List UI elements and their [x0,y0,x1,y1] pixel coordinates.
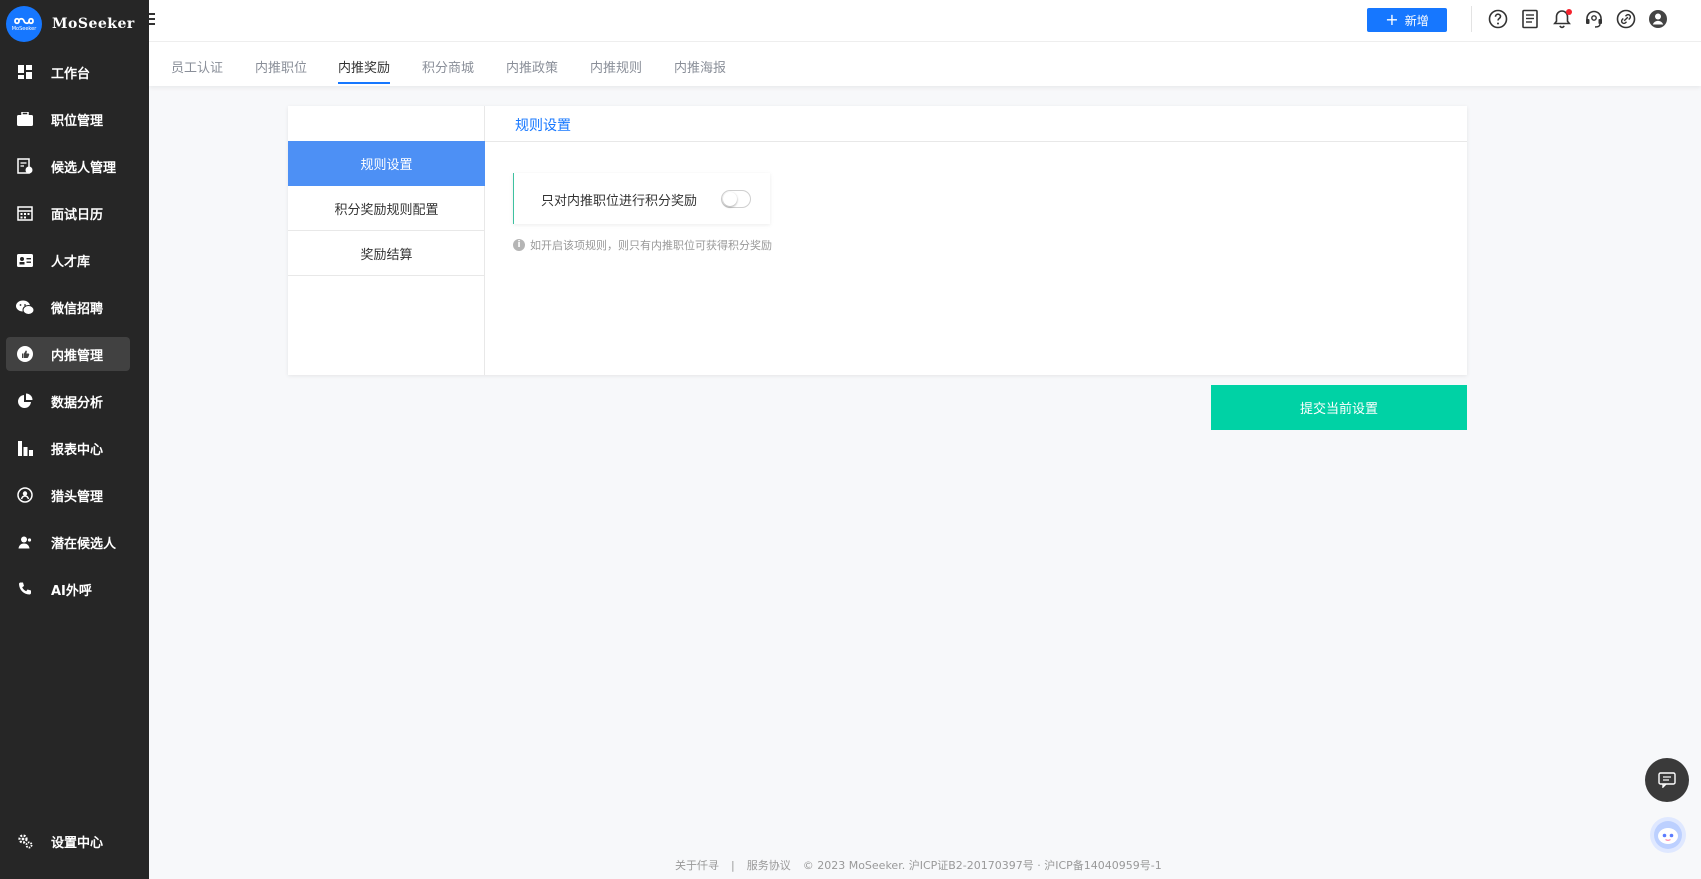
top-header: + 新增 [149,0,1701,42]
user-avatar-icon[interactable] [1647,8,1669,30]
add-new-button[interactable]: + 新增 [1367,8,1447,32]
sidebar-item-workbench[interactable]: 工作台 [6,55,130,89]
footer-about-link[interactable]: 关于仟寻 [675,857,719,873]
sidebar-item-wechat-recruiting[interactable]: 微信招聘 [6,290,130,324]
rule-toggle-switch[interactable] [721,190,751,208]
header-divider [1471,6,1472,32]
brand-name: MoSeeker [52,16,135,32]
sidebar-item-label: 工作台 [51,66,91,82]
switch-knob [723,192,737,206]
sidebar-item-label: 数据分析 [51,395,104,411]
tab-bar: 员工认证 内推职位 内推奖励 积分商城 内推政策 内推规则 内推海报 [149,42,1701,86]
tab-referral-jobs[interactable]: 内推职位 [255,57,307,76]
moseeker-logo-icon: MoSeeker [6,6,42,42]
id-card-icon [16,251,34,269]
footer: 关于仟寻 | 服务协议 © 2023 MoSeeker. 沪ICP证B2-201… [675,857,1162,873]
sidebar-item-label: 潜在候选人 [51,536,117,552]
active-tab-indicator [338,82,390,84]
headset-icon[interactable] [1583,8,1605,30]
phone-icon [16,580,34,598]
content-header: 规则设置 [485,106,1467,142]
content-title: 规则设置 [515,118,571,134]
footer-copyright: © 2023 MoSeeker. 沪ICP证B2-20170397号 · 沪IC… [802,859,1162,872]
person-icon [16,533,34,551]
sidebar-item-label: 人才库 [51,254,91,270]
sidebar-item-label: 面试日历 [51,207,104,223]
help-icon[interactable] [1487,8,1509,30]
sidebar-item-label: 猎头管理 [51,489,104,505]
sidebar-item-label: 微信招聘 [51,301,104,317]
tab-referral-rewards[interactable]: 内推奖励 [338,57,390,76]
sidebar-item-label: 候选人管理 [51,160,117,176]
sidebar-item-ai-call[interactable]: AI外呼 [6,572,130,606]
rule-label: 只对内推职位进行积分奖励 [541,194,698,209]
submit-settings-button[interactable]: 提交当前设置 [1211,385,1467,430]
bell-icon[interactable] [1551,8,1573,30]
add-new-label: 新增 [1404,13,1429,28]
menu-item-points-reward-config[interactable]: 积分奖励规则配置 [288,186,485,231]
sidebar-item-label: 内推管理 [51,348,104,364]
sidebar-item-label: AI外呼 [51,583,92,599]
sidebar-item-jobs[interactable]: 职位管理 [6,102,130,136]
logo-small-text: MoSeeker [11,26,37,32]
sidebar-item-label: 报表中心 [51,442,104,458]
tab-points-mall[interactable]: 积分商城 [422,57,474,76]
footer-terms-link[interactable]: 服务协议 [747,857,791,873]
document-icon[interactable] [1519,8,1541,30]
hint-text: 如开启该项规则，则只有内推职位可获得积分奖励 [530,239,772,252]
pie-chart-icon [16,392,34,410]
chat-button[interactable] [1645,758,1689,802]
sidebar-item-talent-pool[interactable]: 人才库 [6,243,130,277]
link-icon[interactable] [1615,8,1637,30]
tab-employee-verification[interactable]: 员工认证 [171,57,223,76]
info-icon: i [513,239,525,251]
tab-referral-poster[interactable]: 内推海报 [674,57,726,76]
footer-separator: | [731,858,735,872]
robot-assistant-button[interactable] [1650,817,1686,853]
sidebar-item-interview-calendar[interactable]: 面试日历 [6,196,130,230]
tab-referral-rules[interactable]: 内推规则 [590,57,642,76]
sidebar: MoSeeker MoSeeker 工作台 职位管理 候选人管理 面试日历 人才… [0,0,149,879]
menu-item-rule-settings[interactable]: 规则设置 [288,141,485,186]
collapse-menu-icon[interactable] [149,12,155,30]
menu-item-reward-settlement[interactable]: 奖励结算 [288,231,485,276]
sidebar-item-settings[interactable]: 设置中心 [6,824,130,858]
sidebar-item-label: 职位管理 [51,113,104,129]
sidebar-nav: 工作台 职位管理 候选人管理 面试日历 人才库 微信招聘 内推管理 数据分析 报… [6,55,130,619]
sidebar-item-label: 设置中心 [51,835,104,851]
brand[interactable]: MoSeeker MoSeeker [6,6,135,42]
plus-icon: + [1385,10,1399,29]
gear-icon [16,832,34,850]
dashboard-icon [16,63,34,81]
sidebar-item-potential-candidates[interactable]: 潜在候选人 [6,525,130,559]
briefcase-icon [16,110,34,128]
sidebar-item-candidates[interactable]: 候选人管理 [6,149,130,183]
chat-bubble-icon [1658,772,1676,788]
calendar-icon [16,204,34,222]
rule-hint: i 如开启该项规则，则只有内推职位可获得积分奖励 [513,237,772,253]
bar-chart-icon [16,439,34,457]
headhunter-icon [16,486,34,504]
notification-dot [1566,9,1572,15]
settings-menu: 规则设置 积分奖励规则配置 奖励结算 [288,106,485,375]
wechat-icon [16,298,34,316]
robot-icon [1654,821,1682,849]
rule-card: 只对内推职位进行积分奖励 [513,173,770,224]
sidebar-item-headhunter[interactable]: 猎头管理 [6,478,130,512]
sidebar-item-data-analysis[interactable]: 数据分析 [6,384,130,418]
sidebar-item-report-center[interactable]: 报表中心 [6,431,130,465]
sidebar-bottom: 设置中心 [6,824,130,871]
tab-referral-policy[interactable]: 内推政策 [506,57,558,76]
sidebar-item-referral-management[interactable]: 内推管理 [6,337,130,371]
settings-panel: 规则设置 积分奖励规则配置 奖励结算 规则设置 只对内推职位进行积分奖励 i 如… [288,106,1467,375]
thumbs-up-icon [16,345,34,363]
candidate-file-icon [16,157,34,175]
